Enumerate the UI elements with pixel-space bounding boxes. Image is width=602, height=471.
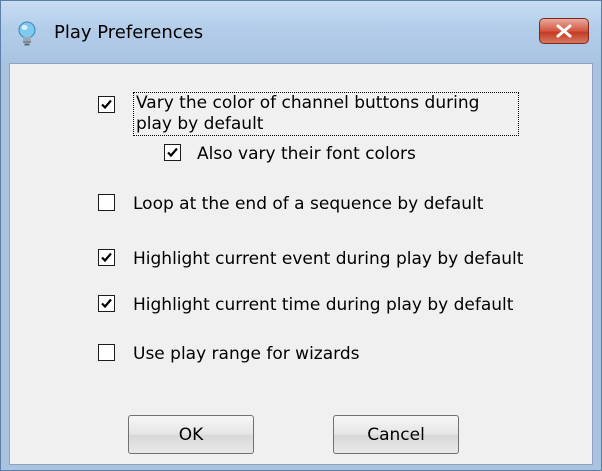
option-play-range[interactable]: Use play range for wizards [98,344,359,365]
option-vary-font[interactable]: Also vary their font colors [164,144,416,165]
highlight-event-checkbox[interactable] [98,249,115,266]
window-title: Play Preferences [54,22,204,43]
close-button[interactable] [539,18,589,44]
option-highlight-time[interactable]: Highlight current time during play by de… [98,295,513,316]
vary-color-label: Vary the color of channel buttons during… [133,92,519,136]
lightbulb-icon [18,21,36,46]
dialog-body: Vary the color of channel buttons during… [9,63,593,465]
checkmark-icon [101,298,112,309]
ok-button[interactable]: OK [128,415,254,454]
loop-label: Loop at the end of a sequence by default [133,194,484,214]
checkmark-icon [167,147,178,158]
vary-font-label: Also vary their font colors [197,144,416,164]
title-bar[interactable]: Play Preferences [1,1,601,63]
vary-color-label-line1: Vary the color of channel buttons during [136,93,480,113]
highlight-time-checkbox[interactable] [98,295,115,312]
play-preferences-dialog: Play Preferences Vary the color of chann… [0,0,602,471]
highlight-event-label: Highlight current event during play by d… [133,249,524,269]
option-loop[interactable]: Loop at the end of a sequence by default [98,194,483,215]
vary-color-label-line2: play by default [136,114,264,134]
option-highlight-event[interactable]: Highlight current event during play by d… [98,249,523,270]
play-range-label: Use play range for wizards [133,344,360,364]
loop-checkbox[interactable] [98,194,115,211]
option-vary-color[interactable]: Vary the color of channel buttons during… [98,92,519,136]
vary-color-checkbox[interactable] [98,96,115,113]
cancel-button[interactable]: Cancel [333,415,459,454]
checkmark-icon [101,252,112,263]
vary-font-checkbox[interactable] [164,144,181,161]
highlight-time-label: Highlight current time during play by de… [133,295,514,315]
checkmark-icon [101,99,112,110]
play-range-checkbox[interactable] [98,344,115,361]
close-icon [556,24,572,38]
